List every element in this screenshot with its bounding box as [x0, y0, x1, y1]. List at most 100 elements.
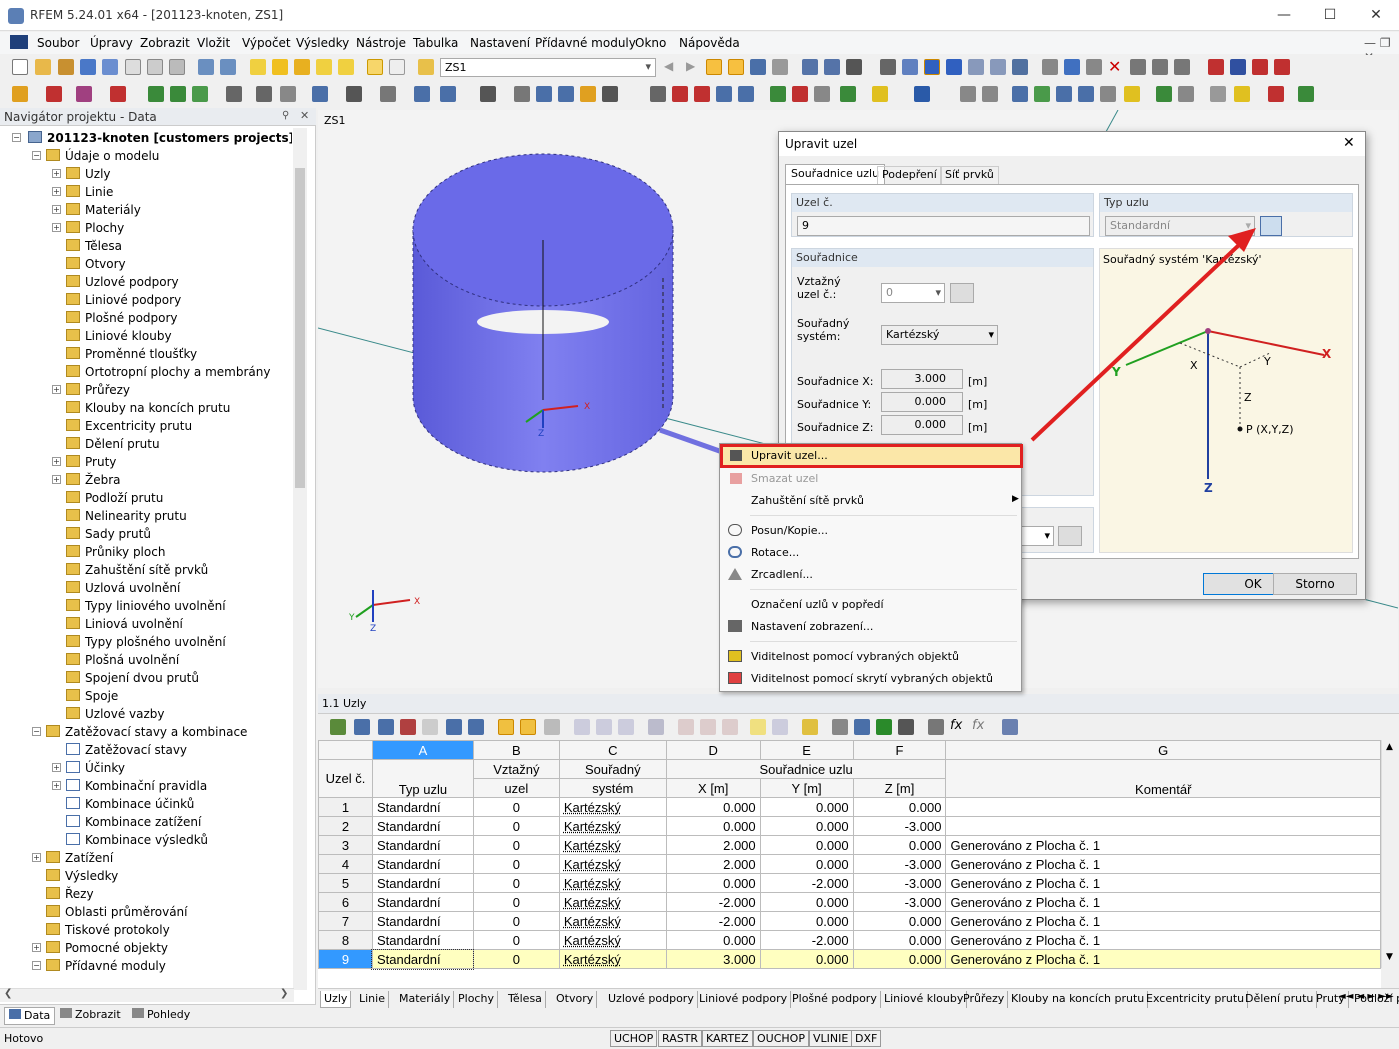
menu-okno[interactable]: Okno: [635, 36, 666, 50]
save-icon[interactable]: [80, 59, 96, 75]
tree-item[interactable]: Průřezy: [66, 381, 130, 399]
table-vscroll[interactable]: ▲ ▼: [1381, 740, 1399, 968]
tree-item[interactable]: Zatěžovací stavy: [66, 741, 187, 759]
model-icon-b[interactable]: [902, 59, 918, 75]
copy-icon[interactable]: [414, 86, 430, 102]
table-row[interactable]: 9 Standardní 0 Kartézský 3.000 0.000 0.000 Gene…: [319, 950, 1381, 969]
function-clear-icon[interactable]: fx: [972, 719, 988, 735]
table-tab[interactable]: Uzlové podpory: [605, 991, 698, 1008]
cell-cs[interactable]: Kartézský: [559, 874, 666, 893]
surface-support-icon[interactable]: [192, 86, 208, 102]
table-tab[interactable]: Liniové klouby: [881, 991, 967, 1008]
excel-icon[interactable]: [876, 719, 892, 735]
table-tab[interactable]: Plošné podpory: [789, 991, 881, 1008]
cell-type[interactable]: Standardní: [372, 836, 473, 855]
table-tab[interactable]: Otvory: [553, 991, 597, 1008]
table-tab[interactable]: Excentricity prutu: [1143, 991, 1248, 1008]
cancel-button[interactable]: Storno: [1273, 573, 1357, 595]
zoom-all-icon[interactable]: [316, 59, 332, 75]
values-icon[interactable]: [728, 59, 744, 75]
table-row[interactable]: 3 Standardní 0 Kartézský 2.000 0.000 0.000 Gene…: [319, 836, 1381, 855]
dim-icon-b[interactable]: [982, 86, 998, 102]
model-icon-f[interactable]: [990, 59, 1006, 75]
print-icon[interactable]: [125, 59, 141, 75]
line-icon[interactable]: [46, 86, 62, 102]
cell-z[interactable]: 0.000: [853, 836, 946, 855]
table-tool-icon-d[interactable]: [400, 719, 416, 735]
tree-item[interactable]: Liniové podpory: [66, 291, 181, 309]
menu-pridavne-moduly[interactable]: Přídavné moduly: [535, 36, 636, 50]
tree-item[interactable]: Kombinace zatížení: [66, 813, 201, 831]
tree-expander[interactable]: +: [52, 457, 61, 466]
menu-mirror[interactable]: Zrcadlení...: [751, 566, 813, 584]
extra-edit-button[interactable]: [1058, 526, 1082, 546]
menu-vysledky[interactable]: Výsledky: [296, 36, 349, 50]
ref-node-select[interactable]: 0 ▾: [881, 283, 945, 303]
pdf-icon[interactable]: [1274, 59, 1290, 75]
minimize-button[interactable]: —: [1261, 0, 1307, 31]
line-support-icon[interactable]: [170, 86, 186, 102]
tree-item[interactable]: Řezy: [46, 885, 94, 903]
table-tool-icon-i[interactable]: [520, 719, 536, 735]
tree-expander[interactable]: +: [52, 205, 61, 214]
table-tab[interactable]: Dělení prutu: [1242, 991, 1317, 1008]
cell-x[interactable]: 0.000: [666, 817, 760, 836]
tree-item[interactable]: Nelinearity prutu: [66, 507, 187, 525]
opening-icon[interactable]: [380, 86, 396, 102]
tree-expander[interactable]: +: [32, 943, 41, 952]
col-letter-b[interactable]: B: [473, 741, 559, 760]
table-toggle-icon[interactable]: [367, 59, 383, 75]
col-letter-g[interactable]: G: [946, 741, 1381, 760]
cell-y[interactable]: 0.000: [760, 950, 853, 969]
cell-cs[interactable]: Kartézský: [559, 836, 666, 855]
delete-icon[interactable]: ✕: [1108, 59, 1124, 75]
section-icon[interactable]: [256, 86, 272, 102]
col-letter-d[interactable]: D: [666, 741, 760, 760]
cell-comment[interactable]: Generováno z Plocha č. 1: [946, 950, 1381, 969]
table-tool-icon-l[interactable]: [596, 719, 612, 735]
status-uchop[interactable]: UCHOP: [610, 1030, 657, 1047]
cell-x[interactable]: 0.000: [666, 931, 760, 950]
tab-support[interactable]: Podepření: [877, 166, 942, 184]
table-tool-icon-g[interactable]: [468, 719, 484, 735]
selected-line[interactable]: [660, 430, 728, 454]
table-tool-icon-c[interactable]: [378, 719, 394, 735]
table-tool-icon-b[interactable]: [354, 719, 370, 735]
cell-comment[interactable]: [946, 798, 1381, 817]
pencil-icon[interactable]: [250, 59, 266, 75]
tab-node-coords[interactable]: Souřadnice uzlu: [785, 164, 885, 184]
tree-item[interactable]: Oblasti průměrování: [46, 903, 188, 921]
cell-z[interactable]: -3.000: [853, 874, 946, 893]
tree-item[interactable]: Proměnné tloušťky: [66, 345, 197, 363]
tree-item[interactable]: Uzlové vazby: [66, 705, 165, 723]
cell-ref-node[interactable]: 0: [473, 874, 559, 893]
tree-item[interactable]: Liniové klouby: [66, 327, 172, 345]
prev-loadcase-icon[interactable]: ◀: [664, 59, 680, 75]
tab-zobrazit[interactable]: Zobrazit: [60, 1008, 121, 1021]
table-tool-icon-t[interactable]: [802, 719, 818, 735]
tool-icon-b[interactable]: [1152, 59, 1168, 75]
pick-node-button[interactable]: [950, 283, 974, 303]
dim-icon-g[interactable]: [1100, 86, 1116, 102]
tree-item[interactable]: Uzlová uvolnění: [66, 579, 180, 597]
tool2-icon-b[interactable]: [536, 86, 552, 102]
dim-icon-f[interactable]: [1078, 86, 1094, 102]
x-field[interactable]: 3.000: [881, 369, 963, 389]
menu-vypocet[interactable]: Výpočet: [242, 36, 291, 50]
cell-z[interactable]: -3.000: [853, 855, 946, 874]
view-icon-h[interactable]: [814, 86, 830, 102]
navigator-scrollbar[interactable]: [293, 128, 307, 990]
tree-item[interactable]: Žebra: [66, 471, 121, 489]
select-icon[interactable]: [1042, 59, 1058, 75]
menu-vlozit[interactable]: Vložit: [197, 36, 230, 50]
view-icon-f[interactable]: [770, 86, 786, 102]
misc-icon-a[interactable]: [1210, 86, 1226, 102]
misc-icon-c[interactable]: [1268, 86, 1284, 102]
zoom-previous-icon[interactable]: [338, 59, 354, 75]
cell-cs[interactable]: Kartézský: [559, 912, 666, 931]
status-ouchop[interactable]: OUCHOP: [753, 1030, 809, 1047]
zoom-window-icon[interactable]: [294, 59, 310, 75]
redo-icon[interactable]: [220, 59, 236, 75]
col-letter-e[interactable]: E: [760, 741, 853, 760]
menu-mesh-refinement[interactable]: Zahuštění sítě prvků: [751, 492, 864, 510]
